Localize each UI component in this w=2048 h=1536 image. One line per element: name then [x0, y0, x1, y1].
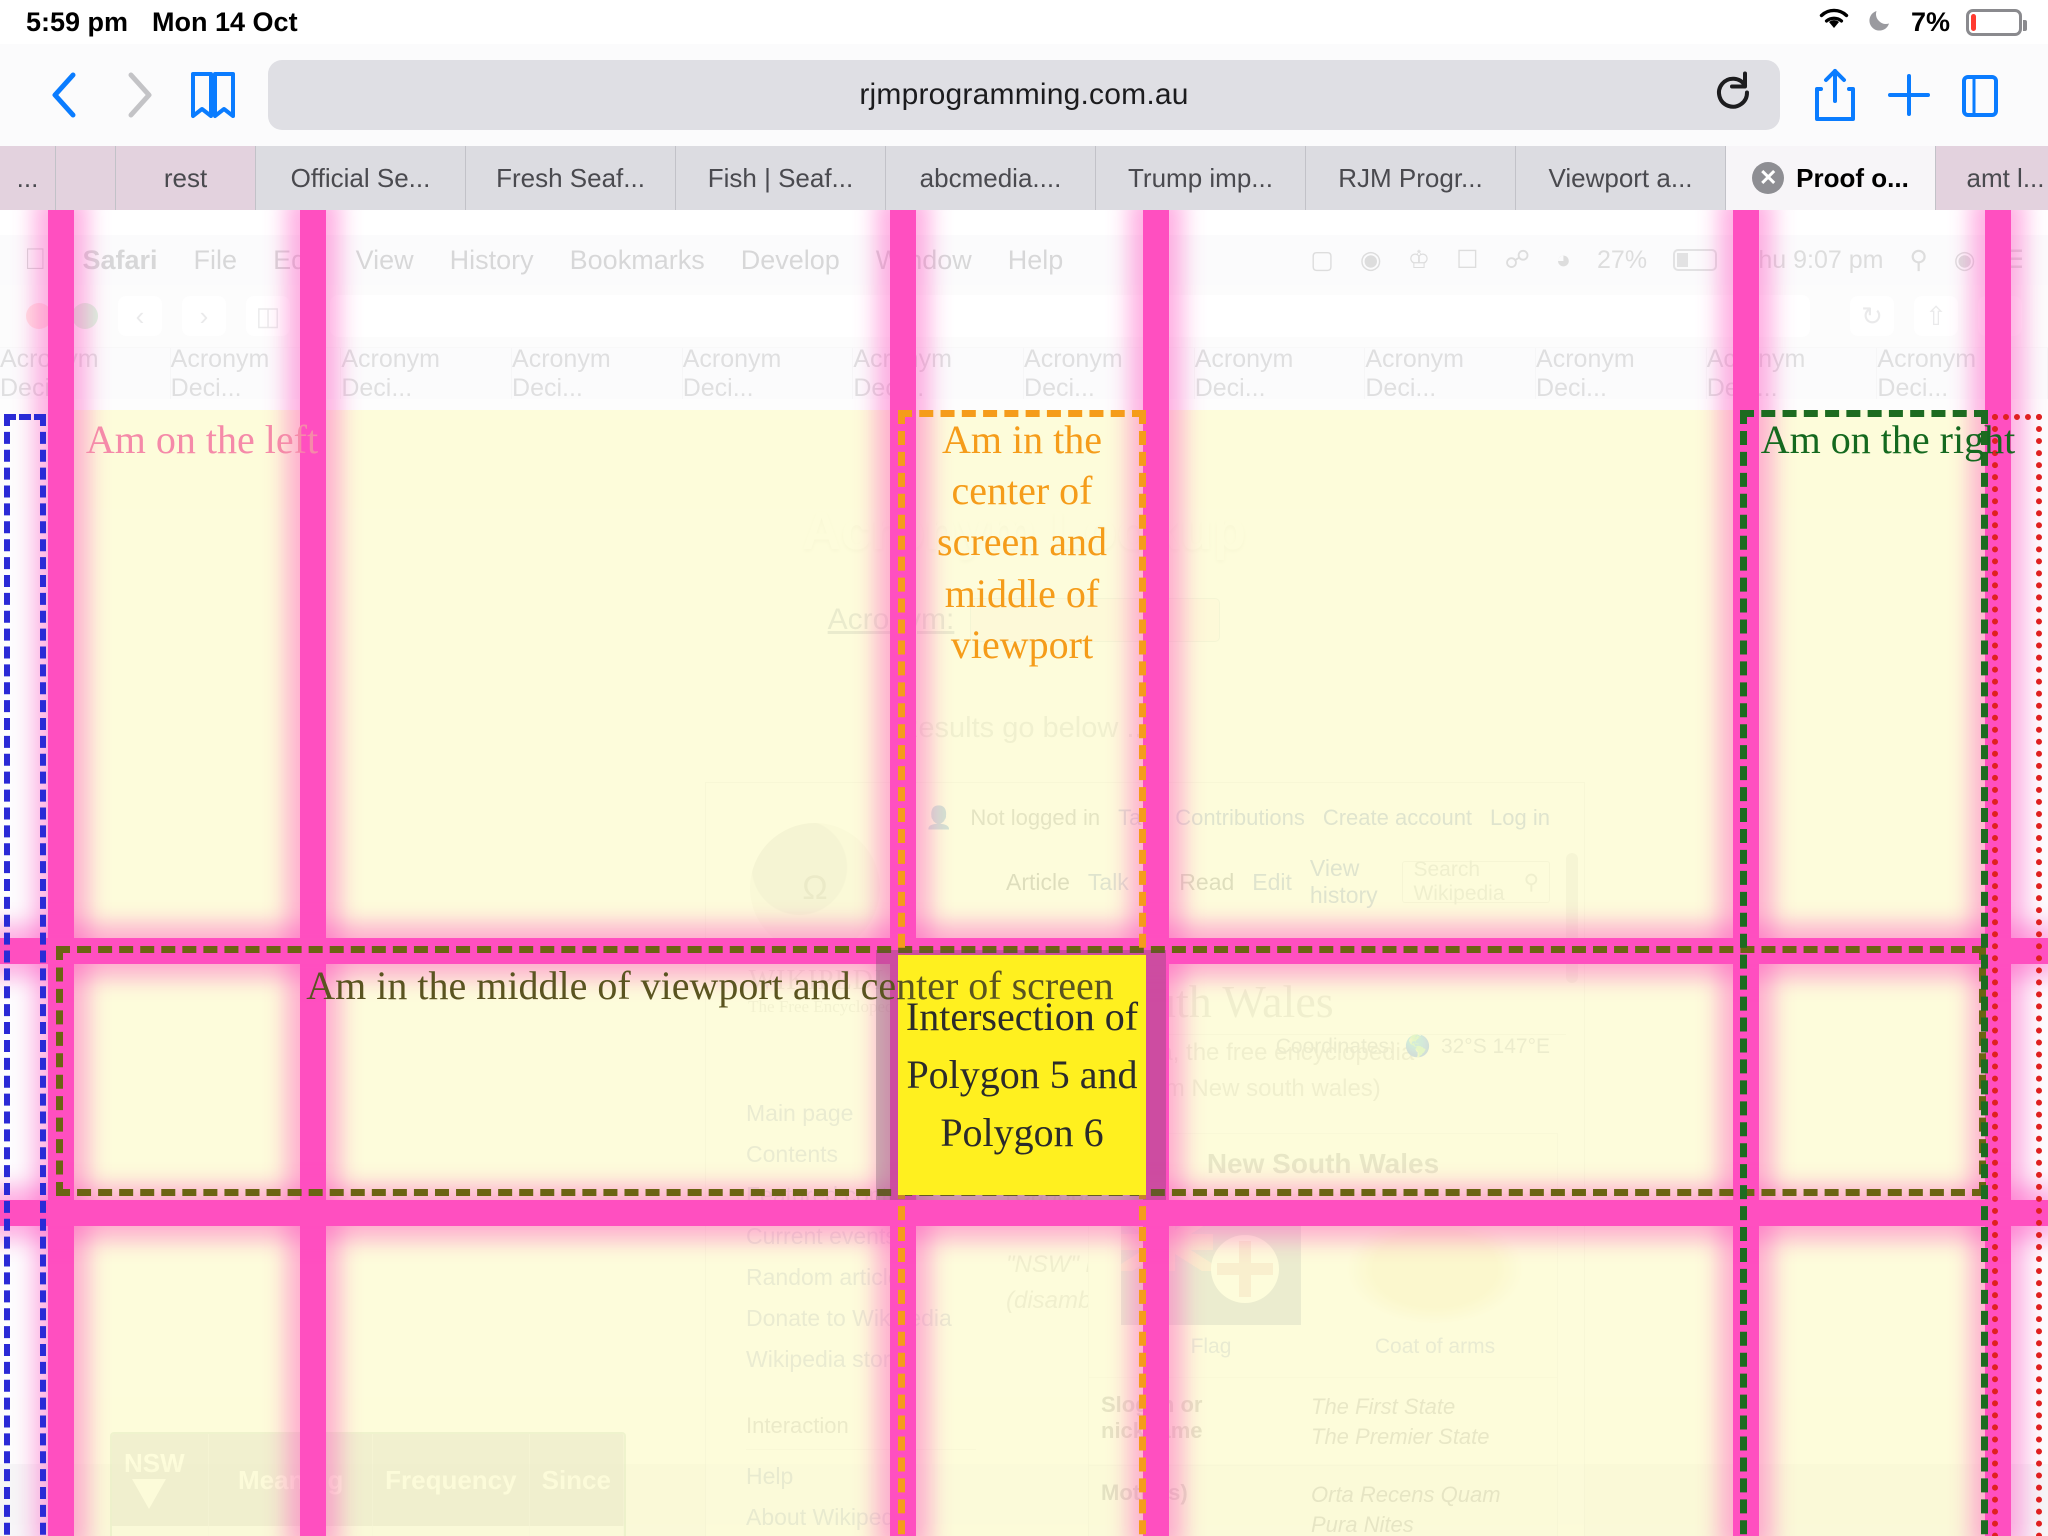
mac-window-tab[interactable]: Acronym Deci...	[1024, 345, 1195, 402]
apple-logo-icon: 	[24, 243, 47, 277]
airplay-icon[interactable]: ▢	[1310, 245, 1334, 275]
polygon-band-vertical-4	[1143, 210, 1169, 1536]
polygon-right-edge-outline	[1992, 414, 2042, 1536]
battery-percent: 7%	[1910, 6, 1950, 37]
creative-cloud-icon[interactable]: ◉	[1360, 245, 1382, 275]
mac-menu-develop[interactable]: Develop	[741, 245, 840, 276]
label-middle: Am in the middle of viewport and center …	[306, 963, 1114, 1008]
label-left: Am on the left	[85, 417, 319, 462]
sidebar-icon[interactable]: ◫	[246, 296, 290, 336]
battery-icon	[1966, 8, 2027, 36]
display-icon[interactable]: ☐	[1456, 245, 1478, 275]
polygon-band-vertical-1	[48, 210, 74, 1536]
mac-menu-bookmarks[interactable]: Bookmarks	[570, 245, 705, 276]
siri-icon[interactable]: ◉	[1954, 245, 1976, 275]
browser-tab[interactable]: Fresh Seaf...	[466, 146, 676, 210]
mac-back-button[interactable]: ‹	[118, 296, 162, 336]
browser-tab-label: RJM Progr...	[1338, 162, 1483, 193]
polygon-left-edge-outline	[4, 414, 46, 1536]
mac-window-tab[interactable]: Acronym Deci...	[341, 345, 513, 402]
browser-tab-label: Trump imp...	[1128, 162, 1273, 193]
share-icon[interactable]	[1798, 58, 1872, 132]
polygon-right-outline	[1740, 410, 1988, 1536]
zoom-window-icon[interactable]	[72, 303, 98, 329]
mac-address-bar[interactable]	[330, 295, 1810, 337]
mac-battery-percent: 27%	[1597, 245, 1648, 274]
browser-tab-label: Fish | Seaf...	[707, 162, 854, 193]
mac-window-tab[interactable]: Acronym Deci...	[683, 345, 854, 402]
bluetooth-icon[interactable]: ☍	[1505, 245, 1530, 275]
ios-status-bar: 5:59 pm Mon 14 Oct 7%	[0, 0, 2048, 44]
web-page-canvas:  Safari File Edit View History Bookmark…	[0, 210, 2048, 1536]
mac-forward-button[interactable]: ›	[182, 296, 226, 336]
browser-tab-label: Official Se...	[290, 162, 431, 193]
browser-tab[interactable]	[56, 146, 116, 210]
reload-icon[interactable]	[1712, 70, 1754, 121]
browser-tab-label: Proof o...	[1796, 162, 1909, 193]
moon-icon	[1867, 5, 1895, 40]
url-text: rjmprogramming.com.au	[859, 78, 1189, 111]
browser-tab[interactable]: Official Se...	[256, 146, 466, 210]
forward-button[interactable]	[102, 58, 176, 132]
intersection-label: Intersection of Polygon 5 and Polygon 6	[905, 994, 1139, 1155]
mac-menu-file[interactable]: File	[194, 245, 238, 276]
label-center: Am in the center of screen and middle of…	[937, 417, 1107, 667]
mac-menu-view[interactable]: View	[356, 245, 414, 276]
browser-tab[interactable]: amt l...	[1936, 146, 2048, 210]
wifi-icon	[1817, 6, 1851, 38]
browser-tab[interactable]: Viewport a...	[1516, 146, 1726, 210]
mac-share-icon[interactable]: ⇧	[1914, 296, 1958, 336]
back-button[interactable]	[28, 58, 102, 132]
mac-battery-icon	[1673, 249, 1718, 271]
search-icon[interactable]: ⚲	[1909, 245, 1927, 275]
status-date: Mon 14 Oct	[152, 6, 298, 37]
mac-menu-safari[interactable]: Safari	[83, 245, 158, 276]
tab-overview-icon[interactable]	[1946, 58, 2020, 132]
mac-window-tab[interactable]: Acronym Deci...	[1195, 345, 1366, 402]
browser-tab[interactable]: RJM Progr...	[1306, 146, 1516, 210]
browser-tab[interactable]: Trump imp...	[1096, 146, 1306, 210]
browser-tab-label: amt l...	[1966, 162, 2045, 193]
browser-tab-label: rest	[163, 162, 208, 193]
browser-tab[interactable]: abcmedia....	[886, 146, 1096, 210]
browser-tab-label: Fresh Seaf...	[496, 162, 645, 193]
mac-window-tab[interactable]: Acronym Deci...	[1877, 345, 2048, 402]
close-tab-icon[interactable]: ✕	[1752, 162, 1785, 194]
plus-icon[interactable]	[1872, 58, 1946, 132]
browser-tab[interactable]: ...	[0, 146, 56, 210]
polygon-band-vertical-2	[300, 210, 326, 1536]
mac-reload-icon[interactable]: ↻	[1850, 296, 1894, 336]
book-icon[interactable]	[176, 58, 250, 132]
mac-clock: Thu 9:07 pm	[1743, 245, 1884, 274]
status-time: 5:59 pm	[26, 6, 129, 37]
safari-tab-strip[interactable]: ... rest Official Se... Fresh Seaf... Fish |…	[0, 146, 2048, 210]
browser-tab-label: ...	[16, 162, 39, 193]
safari-toolbar: rjmprogramming.com.au	[0, 44, 2048, 146]
mac-menu-help[interactable]: Help	[1008, 245, 1064, 276]
mac-menu-history[interactable]: History	[450, 245, 534, 276]
browser-tab[interactable]: Fish | Seaf...	[676, 146, 886, 210]
browser-tab[interactable]: rest	[116, 146, 256, 210]
browser-tab-label: Viewport a...	[1548, 162, 1693, 193]
browser-tab-label: abcmedia....	[919, 162, 1062, 193]
mac-window-tab[interactable]: Acronym Deci...	[1536, 345, 1707, 402]
mac-window-tab[interactable]: Acronym Deci...	[0, 345, 171, 402]
mac-window-tab[interactable]: Acronym Deci...	[1365, 345, 1537, 402]
mac-wifi-icon[interactable]: ◕	[1556, 246, 1571, 275]
address-bar[interactable]: rjmprogramming.com.au	[268, 60, 1780, 130]
mac-window-tab[interactable]: Acronym Deci...	[853, 345, 1025, 402]
malware-icon[interactable]: ♔	[1408, 245, 1430, 275]
mac-window-tab[interactable]: Acronym Deci...	[512, 345, 683, 402]
browser-tab-active[interactable]: ✕ Proof o...	[1726, 146, 1936, 210]
label-right: Am on the right	[1760, 417, 2016, 462]
